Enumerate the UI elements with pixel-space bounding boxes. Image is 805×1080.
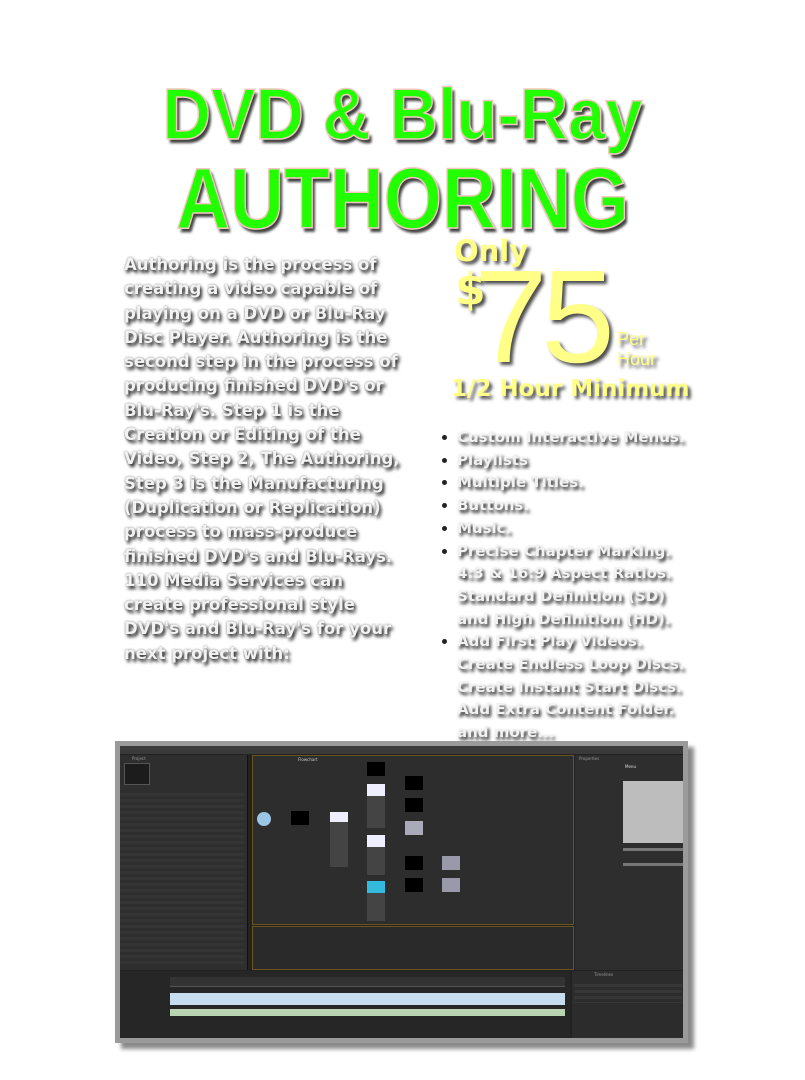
description-line: DVD's and Blu-Ray's for your — [124, 619, 392, 639]
flow-node — [330, 812, 348, 867]
feature-item: Playlists — [440, 449, 685, 472]
bullet-icon — [442, 503, 447, 509]
description-line: second step in the process of — [124, 352, 398, 372]
description-line: Blu-Ray's. Step 1 is the — [124, 400, 340, 420]
feature-item: Multiple Titles. — [440, 471, 685, 494]
description-paragraph: Authoring is the process of creating a vi… — [124, 253, 444, 666]
properties-panel: Properties Menu — [575, 755, 683, 970]
description-line: Disc Player. Authoring is the — [124, 327, 388, 347]
description-line: playing on a DVD or Blu-Ray — [124, 303, 386, 323]
description-field[interactable] — [623, 781, 683, 843]
bullet-icon — [442, 480, 447, 486]
feature-item: Custom Interactive Menus. — [440, 426, 685, 449]
preview-panel — [252, 926, 574, 970]
per-label: Per — [617, 329, 646, 349]
description-line: Step 3 is the Manufacturing — [124, 473, 384, 493]
feature-text: Add First Play Videos. — [457, 632, 643, 651]
flow-node — [442, 878, 460, 892]
description-line: Authoring is the process of — [124, 255, 377, 274]
title-line-2: AUTHORING — [175, 150, 630, 248]
app-toolbar — [120, 746, 683, 754]
flowchart-tab: Flowchart — [298, 757, 318, 762]
video-track — [170, 993, 565, 1005]
description-line: creating a video capable of — [124, 279, 378, 299]
feature-item: Precise Chapter Marking. 4:3 & 16:9 Aspec… — [440, 540, 685, 631]
feature-text: Add Extra Content Folder. — [457, 700, 675, 719]
minimum-label: 1/2 Hour Minimum — [451, 376, 690, 402]
flow-node — [367, 784, 385, 828]
feature-text: Buttons. — [457, 496, 530, 515]
title-line-1: DVD & Blu-Ray — [162, 74, 643, 156]
price-amount: 75 — [474, 243, 615, 390]
asset-list — [120, 790, 244, 965]
feature-list: Custom Interactive Menus. Playlists Multip… — [440, 426, 685, 744]
properties-tab: Properties — [579, 756, 600, 761]
feature-text: Custom Interactive Menus. — [457, 428, 685, 446]
bullet-icon — [442, 457, 447, 463]
bullet-icon — [442, 548, 447, 554]
feature-text: 4:3 & 16:9 Aspect Ratios. — [457, 564, 672, 583]
audio-track — [170, 1009, 565, 1016]
flow-node — [367, 835, 385, 875]
feature-text: Standard Definition (SD) — [457, 586, 666, 605]
timelines-tab: Timelines — [594, 972, 614, 977]
flow-node — [367, 881, 385, 921]
flow-node — [405, 798, 423, 812]
end-action-field[interactable] — [623, 848, 683, 851]
time-ruler — [170, 977, 565, 987]
project-tab: Project — [132, 756, 146, 761]
feature-text: and High Definition (HD). — [457, 609, 671, 628]
flowchart-panel: Flowchart — [252, 755, 574, 925]
description-line: (Duplication or Replication) — [124, 497, 381, 517]
flow-node — [291, 811, 309, 825]
hour-label: Hour — [617, 349, 657, 369]
feature-text: Precise Chapter Marking. — [457, 541, 672, 560]
flow-node — [405, 878, 423, 892]
flow-node — [405, 776, 423, 790]
description-line: producing finished DVD's or — [124, 376, 384, 396]
flow-node — [367, 762, 385, 776]
software-screenshot: Project Flowchart Properties Menu Timeli… — [115, 741, 688, 1043]
description-line: Creation or Editing of the — [124, 425, 361, 445]
preview-thumb — [124, 763, 150, 785]
feature-item: Add First Play Videos. Create Endless Loo… — [440, 630, 685, 744]
feature-item: Music. — [440, 517, 685, 540]
description-line: finished DVD's and Blu-Rays. — [124, 546, 393, 566]
description-line: process to mass-produce — [124, 522, 358, 542]
timelines-panel: Timelines — [572, 971, 683, 1038]
feature-item: Buttons. — [440, 494, 685, 517]
flow-node — [405, 856, 423, 870]
feature-text: Create Instant Start Discs. — [457, 677, 682, 696]
description-line: next project with: — [124, 643, 290, 663]
project-panel: Project — [120, 755, 248, 970]
menu-label: Menu — [625, 764, 636, 769]
description-line: create professional style — [124, 595, 355, 615]
disc-icon — [257, 812, 271, 826]
feature-text: Multiple Titles. — [457, 473, 584, 492]
timeline-list — [574, 981, 682, 1003]
feature-text: Create Endless Loop Discs. — [457, 655, 685, 674]
bullet-icon — [442, 525, 447, 531]
feature-text: Playlists — [457, 450, 528, 469]
flow-node — [405, 821, 423, 835]
feature-text: Music. — [457, 518, 512, 537]
default-button-field[interactable] — [623, 863, 683, 866]
price-unit: Per Hour — [617, 329, 656, 369]
bullet-icon — [442, 435, 447, 440]
description-line: Video, Step 2, The Authoring, — [124, 449, 400, 469]
description-line: 110 Media Services can — [124, 570, 343, 590]
flow-node — [442, 856, 460, 870]
timeline-panel — [120, 971, 570, 1038]
bullet-icon — [442, 639, 447, 645]
